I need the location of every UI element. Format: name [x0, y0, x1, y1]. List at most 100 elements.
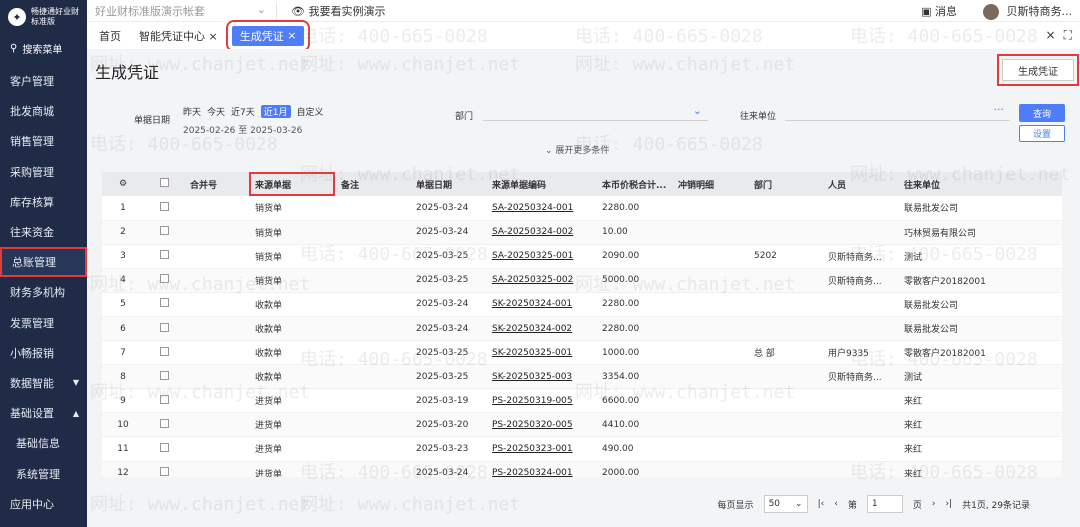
- table-row[interactable]: 4 销货单 2025-03-25 SA-20250325-002 5000.00 贝斯特商…: [102, 268, 1062, 293]
- date-range[interactable]: 2025-02-26 至 2025-03-26: [183, 123, 302, 136]
- date-option-yesterday[interactable]: 昨天: [183, 105, 201, 118]
- sidebar-item-customers[interactable]: 客户管理: [0, 66, 87, 96]
- select-all-checkbox[interactable]: [144, 172, 184, 196]
- checkbox[interactable]: [159, 322, 169, 332]
- dept-select[interactable]: ⌄: [483, 103, 708, 121]
- checkbox[interactable]: [159, 274, 169, 284]
- row-checkbox[interactable]: [144, 244, 184, 269]
- checkbox[interactable]: [159, 250, 169, 260]
- column-source-code[interactable]: 来源单据编码: [486, 172, 596, 196]
- column-doc-date[interactable]: 单据日期: [410, 172, 486, 196]
- sidebar-item-data-intelligence[interactable]: 数据智能 ▼: [0, 368, 87, 398]
- table-row[interactable]: 8 收款单 2025-03-25 SK-20250325-003 3354.00 贝斯特商…: [102, 364, 1062, 390]
- column-partner[interactable]: 往来单位: [898, 172, 1062, 196]
- table-row[interactable]: 6 收款单 2025-03-24 SK-20250324-002 2280.00 联易批发…: [102, 316, 1062, 342]
- checkbox[interactable]: [159, 226, 169, 236]
- partner-field[interactable]: ···: [785, 103, 1010, 121]
- user-menu[interactable]: 贝斯特商务...: [983, 3, 1072, 20]
- column-source-doc[interactable]: 来源单据: [249, 172, 335, 196]
- source-code-link[interactable]: SA-20250324-002: [492, 227, 573, 237]
- page-number-input[interactable]: 1: [866, 495, 903, 513]
- sidebar-item-funds[interactable]: 往来资金: [0, 217, 87, 247]
- table-row[interactable]: 11 进货单 2025-03-23 PS-20250323-001 490.00 来红: [102, 436, 1062, 462]
- checkbox[interactable]: [159, 298, 169, 308]
- tab-home[interactable]: 首页: [95, 28, 125, 44]
- column-merge-no[interactable]: 合并号: [184, 172, 249, 196]
- row-checkbox[interactable]: [144, 196, 184, 221]
- source-code-link[interactable]: SK-20250324-001: [492, 299, 572, 309]
- source-code-link[interactable]: PS-20250320-005: [492, 420, 573, 430]
- checkbox[interactable]: [159, 346, 169, 356]
- date-option-1month[interactable]: 近1月: [260, 105, 291, 118]
- source-code-link[interactable]: PS-20250324-001: [492, 468, 573, 477]
- row-checkbox[interactable]: [144, 412, 184, 438]
- next-page-icon[interactable]: ›: [932, 499, 936, 509]
- sidebar-item-expense[interactable]: 小畅报销: [0, 338, 87, 368]
- row-checkbox[interactable]: [144, 388, 184, 414]
- table-row[interactable]: 10 进货单 2025-03-20 PS-20250320-005 4410.00 来红: [102, 412, 1062, 438]
- first-page-icon[interactable]: |‹: [818, 499, 825, 509]
- checkbox[interactable]: [159, 201, 169, 211]
- close-all-icon[interactable]: ×: [1046, 28, 1056, 43]
- source-code-link[interactable]: PS-20250323-001: [492, 444, 573, 454]
- checkbox[interactable]: [159, 370, 169, 380]
- search-menu-button[interactable]: ⚲ 搜索菜单: [0, 36, 87, 60]
- row-checkbox[interactable]: [144, 436, 184, 462]
- source-code-link[interactable]: SK-20250324-002: [492, 324, 572, 334]
- sidebar-item-general-ledger[interactable]: 总账管理: [0, 247, 87, 278]
- messages-button[interactable]: ▣ 消息: [921, 3, 957, 19]
- row-checkbox[interactable]: [144, 220, 184, 245]
- table-row[interactable]: 9 进货单 2025-03-19 PS-20250319-005 6600.00 来红: [102, 388, 1062, 414]
- column-offset[interactable]: 冲销明细: [672, 172, 748, 196]
- table-row[interactable]: 7 收款单 2025-03-25 SK-20250325-001 1000.00 总 部用…: [102, 340, 1062, 366]
- source-code-link[interactable]: PS-20250319-005: [492, 396, 573, 406]
- sidebar-item-purchase[interactable]: 采购管理: [0, 157, 87, 187]
- sidebar-item-basic-settings[interactable]: 基础设置 ▲: [0, 398, 87, 428]
- row-checkbox[interactable]: [144, 461, 184, 477]
- checkbox[interactable]: [159, 394, 169, 404]
- fullscreen-icon[interactable]: ⛶: [1064, 28, 1072, 43]
- sidebar-item-basic-info[interactable]: 基础信息: [0, 428, 87, 458]
- source-code-link[interactable]: SA-20250324-001: [492, 203, 573, 213]
- source-code-link[interactable]: SK-20250325-001: [492, 348, 572, 358]
- row-checkbox[interactable]: [144, 316, 184, 342]
- demo-link[interactable]: 👁 我要看实例演示: [291, 3, 385, 19]
- last-page-icon[interactable]: ›|: [945, 499, 952, 509]
- account-selector[interactable]: 好业财标准版演示帐套 ⌄: [87, 2, 277, 19]
- sidebar-item-wholesale[interactable]: 批发商城: [0, 96, 87, 126]
- sidebar-item-inventory[interactable]: 库存核算: [0, 187, 87, 217]
- expand-conditions[interactable]: ⌄ 展开更多条件: [545, 143, 609, 156]
- sidebar-item-app-center[interactable]: 应用中心: [0, 489, 87, 519]
- date-option-7days[interactable]: 近7天: [231, 105, 255, 118]
- date-option-custom[interactable]: 自定义: [297, 105, 324, 118]
- close-icon[interactable]: ×: [209, 30, 218, 43]
- date-option-today[interactable]: 今天: [207, 105, 225, 118]
- sidebar-item-sales[interactable]: 销售管理: [0, 126, 87, 156]
- table-row[interactable]: 5 收款单 2025-03-24 SK-20250324-001 2280.00 联易批发…: [102, 292, 1062, 317]
- generate-voucher-button[interactable]: 生成凭证: [997, 54, 1079, 86]
- prev-page-icon[interactable]: ‹: [834, 499, 838, 509]
- column-amount[interactable]: 本币价税合计...: [596, 172, 672, 196]
- column-dept[interactable]: 部门: [748, 172, 822, 196]
- tab-voucher-center[interactable]: 智能凭证中心 ×: [135, 28, 222, 44]
- table-row[interactable]: 3 销货单 2025-03-25 SA-20250325-001 2090.00 5202…: [102, 244, 1062, 269]
- sidebar-item-invoice[interactable]: 发票管理: [0, 308, 87, 338]
- settings-button[interactable]: 设置: [1019, 125, 1065, 142]
- table-row[interactable]: 1 销货单 2025-03-24 SA-20250324-001 2280.00 联易批发…: [102, 196, 1062, 221]
- query-button[interactable]: 查询: [1019, 104, 1065, 122]
- row-checkbox[interactable]: [144, 268, 184, 293]
- page-size-select[interactable]: 50 ⌄: [763, 495, 808, 513]
- source-code-link[interactable]: SK-20250325-003: [492, 372, 572, 382]
- table-row[interactable]: 2 销货单 2025-03-24 SA-20250324-002 10.00 巧林贸易有限…: [102, 220, 1062, 245]
- checkbox[interactable]: [159, 467, 169, 477]
- row-checkbox[interactable]: [144, 364, 184, 390]
- row-checkbox[interactable]: [144, 340, 184, 366]
- tab-generate-voucher[interactable]: 生成凭证 ×: [225, 19, 311, 52]
- sidebar-item-system[interactable]: 系统管理: [0, 458, 87, 488]
- source-code-link[interactable]: SA-20250325-001: [492, 251, 573, 261]
- checkbox[interactable]: [159, 418, 169, 428]
- checkbox[interactable]: [159, 442, 169, 452]
- column-settings-icon[interactable]: ⚙: [102, 172, 144, 196]
- close-icon[interactable]: ×: [284, 29, 296, 42]
- column-remark[interactable]: 备注: [335, 172, 410, 196]
